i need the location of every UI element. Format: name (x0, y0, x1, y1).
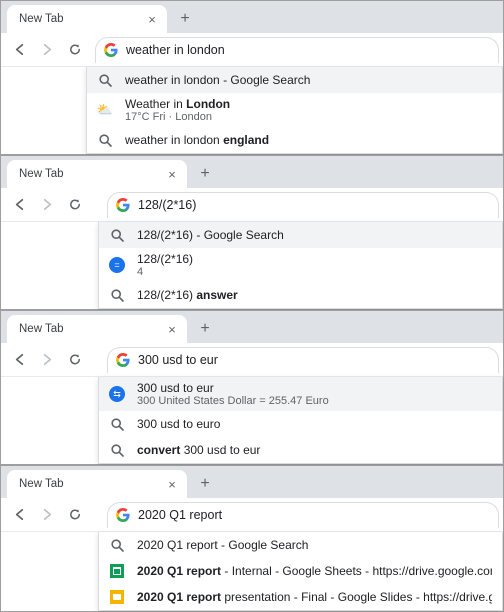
reload-button[interactable] (63, 348, 87, 372)
suggestion-text: weather in london england (125, 133, 492, 147)
close-icon[interactable]: × (145, 12, 159, 26)
browser-window: New Tab × + weather in london - Google Sear… (0, 0, 504, 155)
search-icon (109, 227, 125, 243)
back-button[interactable] (7, 193, 31, 217)
tab-strip: New Tab × + (1, 466, 503, 498)
search-icon (109, 287, 125, 303)
suggestion-row[interactable]: 2020 Q1 report - Internal - Google Sheet… (99, 558, 502, 584)
toolbar (1, 343, 503, 377)
suggestion-text: 2020 Q1 report presentation - Final - Go… (137, 590, 492, 604)
suggestion-row[interactable]: 300 usd to euro (99, 411, 502, 437)
omnibox[interactable] (107, 502, 499, 528)
new-tab-button[interactable]: + (193, 317, 217, 341)
search-icon (109, 416, 125, 432)
suggestion-row[interactable]: weather in london - Google Search (87, 67, 502, 93)
suggestion-row[interactable]: = 128/(2*16)4 (99, 248, 502, 282)
suggestion-row[interactable]: 128/(2*16) answer (99, 282, 502, 308)
suggestion-text: 300 usd to euro (137, 417, 492, 431)
browser-tab[interactable]: New Tab × (7, 315, 187, 343)
search-icon (109, 442, 125, 458)
suggestion-text: 2020 Q1 report - Internal - Google Sheet… (137, 564, 492, 578)
suggestion-text: 128/(2*16)4 (137, 252, 492, 278)
suggestion-row[interactable]: ⇆ 300 usd to eur300 United States Dollar … (99, 377, 502, 411)
google-logo-icon (116, 508, 130, 522)
omnibox-suggestions: 128/(2*16) - Google Search = 128/(2*16)4 12… (98, 222, 503, 309)
google-logo-icon (116, 198, 130, 212)
search-icon (97, 132, 113, 148)
tab-title: New Tab (19, 478, 64, 490)
browser-tab[interactable]: New Tab × (7, 5, 167, 33)
tab-strip: New Tab × + (1, 156, 503, 188)
browser-window: New Tab×+2020 Q1 report - Google Search2… (0, 465, 504, 612)
omnibox[interactable] (107, 192, 499, 218)
forward-button (35, 193, 59, 217)
suggestion-text: Weather in London17°C Fri · London (125, 97, 492, 123)
suggestion-row[interactable]: 128/(2*16) - Google Search (99, 222, 502, 248)
suggestion-row[interactable]: weather in london england (87, 127, 502, 153)
suggestion-text: weather in london - Google Search (125, 73, 492, 87)
omnibox-suggestions: 2020 Q1 report - Google Search 2020 Q1 re… (98, 532, 503, 611)
search-icon (97, 72, 113, 88)
omnibox-input[interactable] (138, 198, 490, 212)
suggestion-row[interactable]: convert 300 usd to eur (99, 437, 502, 463)
omnibox-input[interactable] (138, 508, 490, 522)
back-button[interactable] (7, 38, 31, 62)
reload-button[interactable] (63, 193, 87, 217)
suggestion-text: 128/(2*16) - Google Search (137, 228, 492, 242)
calculator-icon: = (109, 257, 125, 273)
weather-icon: ⛅ (97, 102, 113, 118)
toolbar (1, 33, 503, 67)
tab-title: New Tab (19, 168, 64, 180)
close-icon[interactable]: × (165, 477, 179, 491)
omnibox[interactable] (95, 37, 499, 63)
new-tab-button[interactable]: + (193, 472, 217, 496)
tab-title: New Tab (19, 323, 64, 335)
omnibox-suggestions: ⇆ 300 usd to eur300 United States Dollar … (98, 377, 503, 464)
browser-tab[interactable]: New Tab × (7, 160, 187, 188)
reload-button[interactable] (63, 38, 87, 62)
close-icon[interactable]: × (165, 322, 179, 336)
omnibox[interactable] (107, 347, 499, 373)
new-tab-button[interactable]: + (173, 7, 197, 31)
suggestion-row[interactable]: 2020 Q1 report - Google Search (99, 532, 502, 558)
browser-tab[interactable]: New Tab × (7, 470, 187, 498)
suggestion-text: 2020 Q1 report - Google Search (137, 538, 492, 552)
suggestion-row[interactable]: ⛅ Weather in London17°C Fri · London (87, 93, 502, 127)
google-logo-icon (116, 353, 130, 367)
suggestion-text: 300 usd to eur300 United States Dollar =… (137, 381, 492, 407)
tab-strip: New Tab × + (1, 311, 503, 343)
forward-button (35, 348, 59, 372)
currency-icon: ⇆ (109, 386, 125, 402)
close-icon[interactable]: × (165, 167, 179, 181)
forward-button (35, 38, 59, 62)
tab-title: New Tab (19, 13, 64, 25)
forward-button (35, 503, 59, 527)
reload-button[interactable] (63, 503, 87, 527)
suggestion-text: convert 300 usd to eur (137, 443, 492, 457)
google-slides-icon (109, 589, 125, 605)
new-tab-button[interactable]: + (193, 162, 217, 186)
toolbar (1, 188, 503, 222)
tab-strip: New Tab × + (1, 1, 503, 33)
back-button[interactable] (7, 503, 31, 527)
suggestion-text: 128/(2*16) answer (137, 288, 492, 302)
omnibox-input[interactable] (138, 353, 490, 367)
google-logo-icon (104, 43, 118, 57)
omnibox-suggestions: weather in london - Google Search ⛅ Weathe… (86, 67, 503, 154)
search-icon (109, 537, 125, 553)
omnibox-input[interactable] (126, 43, 490, 57)
browser-window: New Tab × + ⇆ 300 usd to eur300 United State… (0, 310, 504, 465)
google-sheets-icon (109, 563, 125, 579)
toolbar (1, 498, 503, 532)
suggestion-row[interactable]: 2020 Q1 report presentation - Final - Go… (99, 584, 502, 610)
browser-window: New Tab×+128/(2*16) - Google Search=128/… (0, 155, 504, 310)
back-button[interactable] (7, 348, 31, 372)
